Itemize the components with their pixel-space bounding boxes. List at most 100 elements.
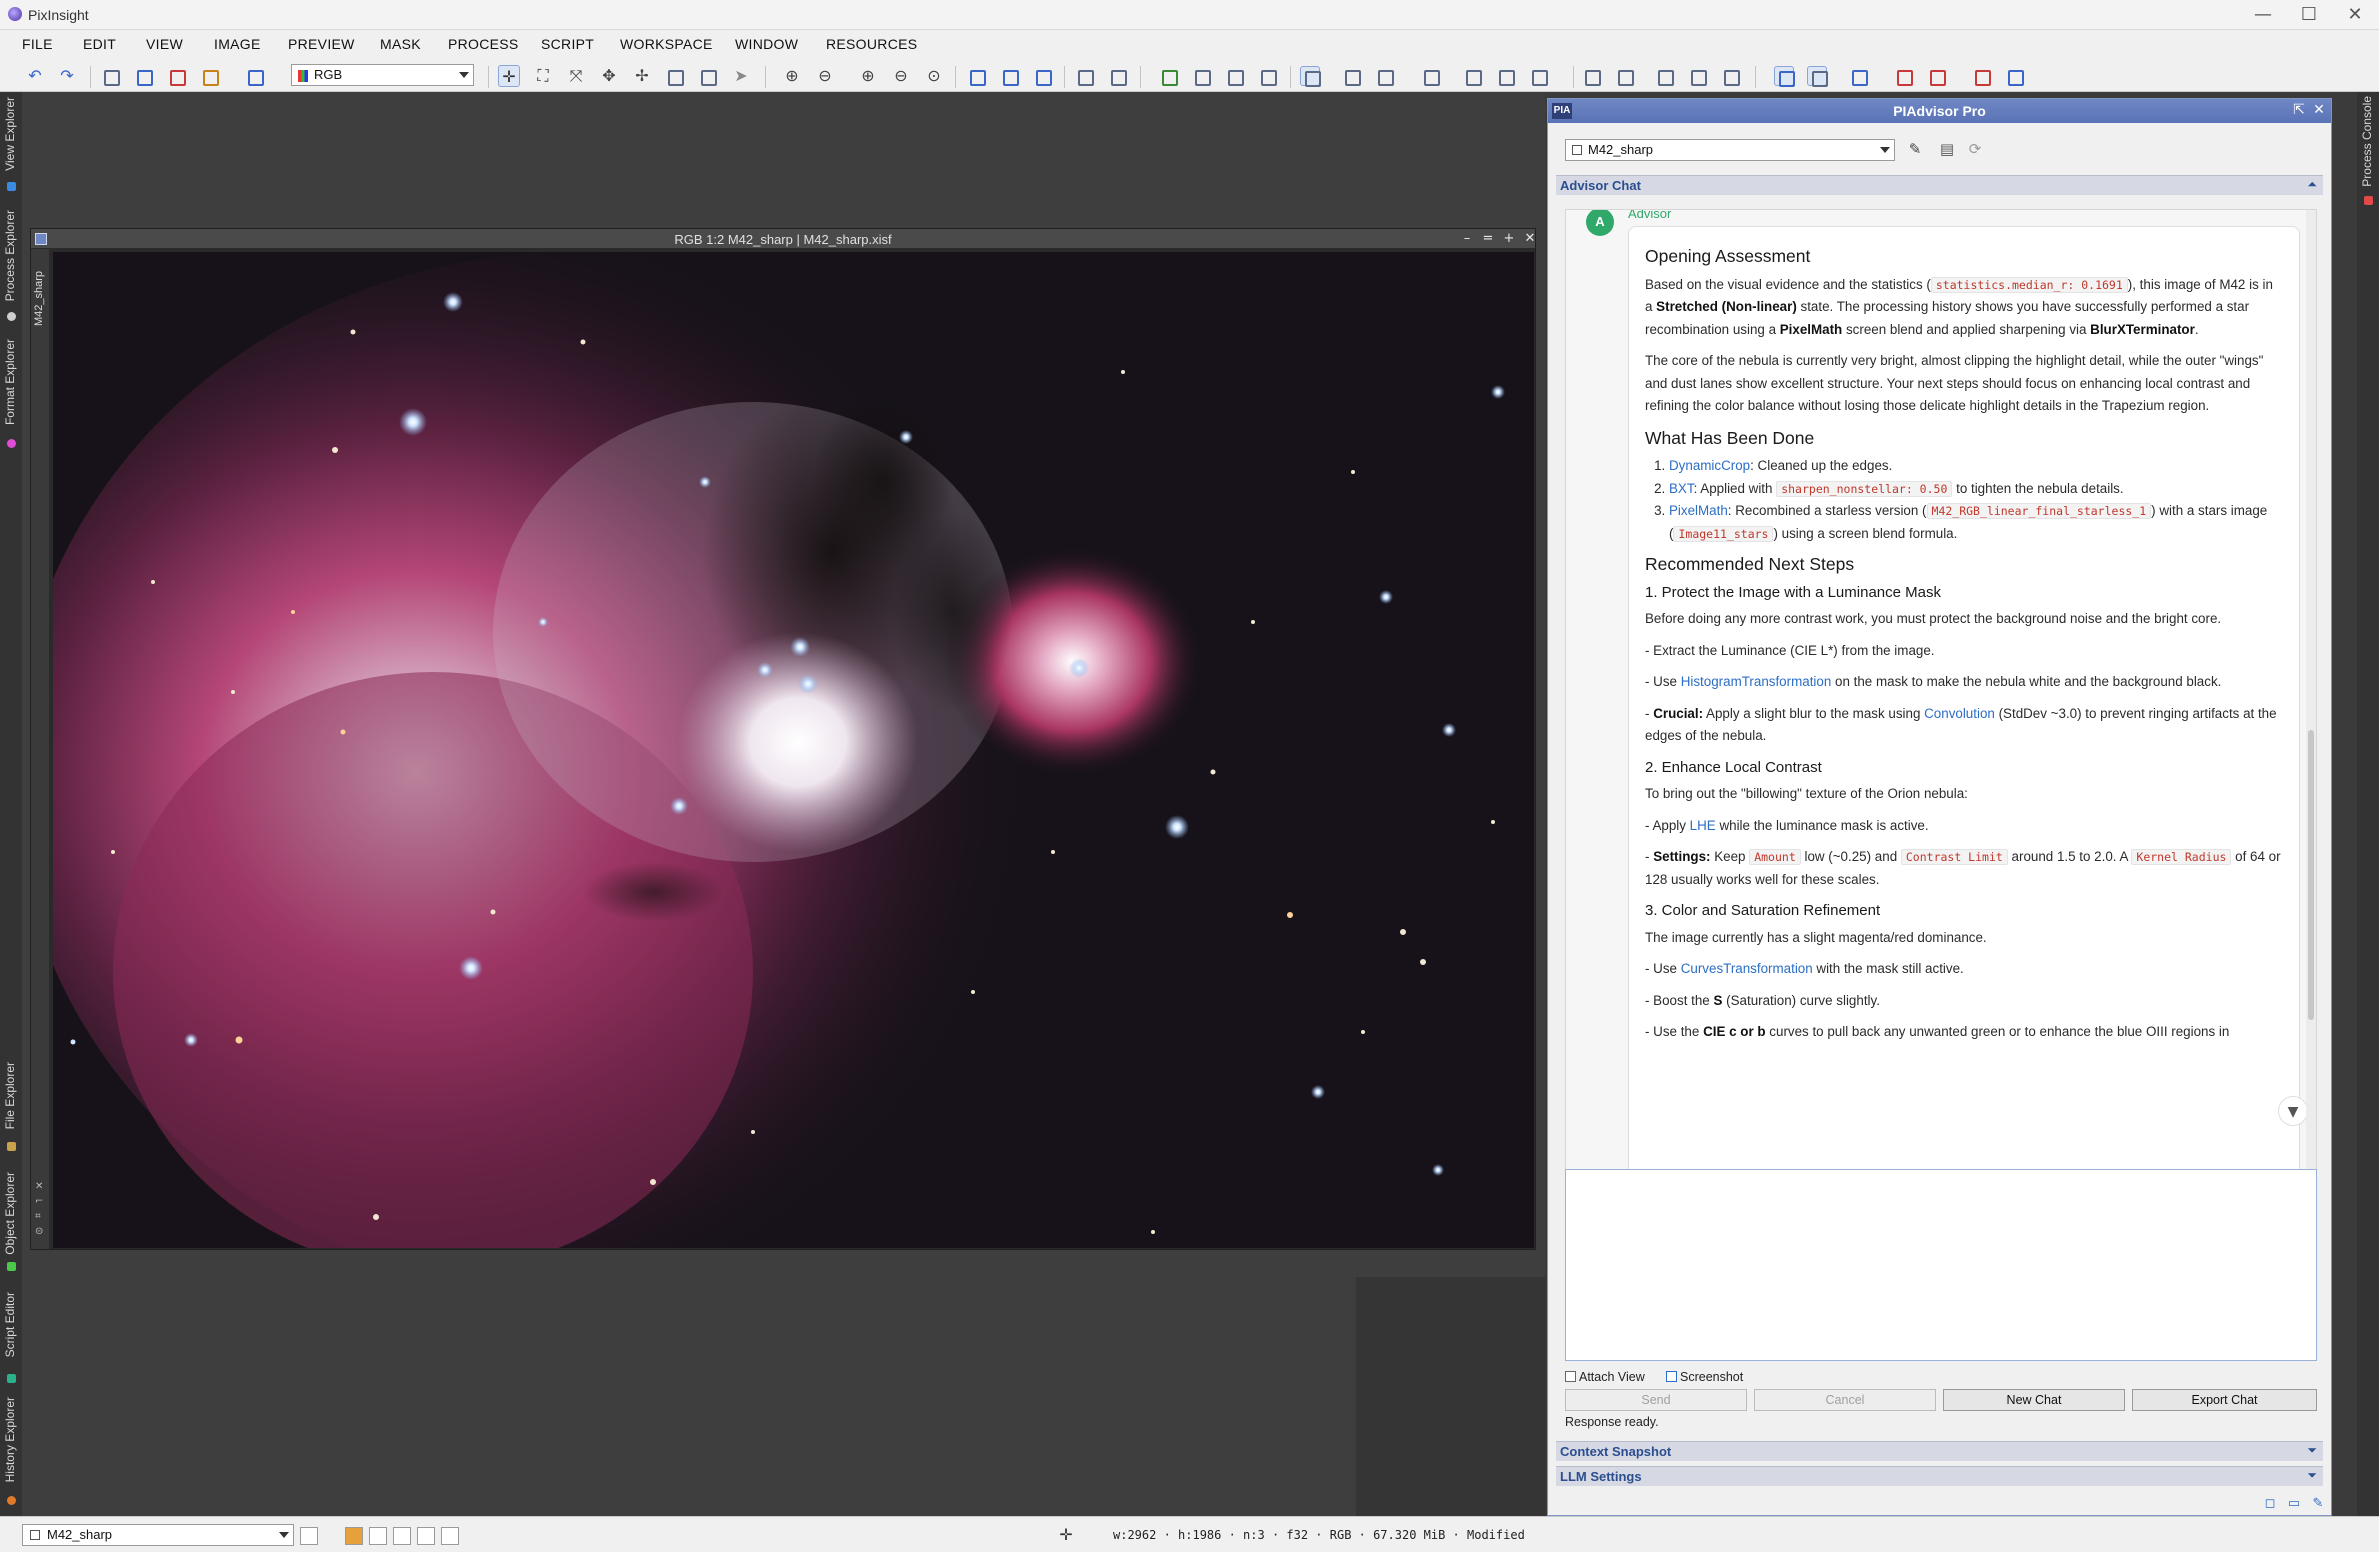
tab-history-explorer[interactable]: History Explorer <box>3 1397 17 1482</box>
channel-b-icon[interactable] <box>417 1527 435 1545</box>
menu-process[interactable]: PROCESS <box>448 36 519 52</box>
stf-clone-icon[interactable] <box>1495 66 1515 86</box>
layout-alt-icon[interactable] <box>1614 66 1634 86</box>
undo-icon[interactable]: ↶ <box>24 65 46 87</box>
channel-icon[interactable] <box>1074 66 1094 86</box>
monitor-alt-icon[interactable] <box>1848 66 1868 86</box>
zoom-1-1-icon[interactable]: ⊕ <box>857 65 879 87</box>
mask-enable-icon[interactable] <box>1191 66 1211 86</box>
panel-float-icon[interactable]: ⇱ <box>2291 102 2307 120</box>
zoom-window-icon[interactable]: ⊙ <box>923 65 945 87</box>
refresh-icon[interactable]: ⟳ <box>1964 138 1986 160</box>
nebula-image[interactable] <box>53 252 1534 1248</box>
edit-preview-icon[interactable] <box>697 66 717 86</box>
image-maximize-icon[interactable]: + <box>1501 231 1517 247</box>
save-file-icon[interactable] <box>166 66 186 86</box>
fit-view-icon[interactable]: ⛶ <box>532 65 554 87</box>
readout-mode-icon[interactable]: ✛ <box>498 65 520 87</box>
mask-show-icon[interactable] <box>1158 66 1178 86</box>
redo-icon[interactable]: ↷ <box>56 65 78 87</box>
section-llm-settings[interactable]: LLM Settings ⏷ <box>1556 1466 2323 1486</box>
chat-scrollbar[interactable] <box>2306 210 2316 1170</box>
screen-settings-icon[interactable] <box>2004 66 2024 86</box>
arrange-icon[interactable] <box>1720 66 1740 86</box>
tab-object-explorer[interactable]: Object Explorer <box>3 1172 17 1255</box>
image-minimize-icon[interactable]: – <box>1459 231 1475 247</box>
cascade-icon[interactable] <box>1687 66 1707 86</box>
move-icon[interactable]: ✢ <box>631 65 653 87</box>
menu-resources[interactable]: RESOURCES <box>826 36 917 52</box>
stf-delete-icon[interactable] <box>1528 66 1548 86</box>
document-icon[interactable]: ▭ <box>2286 1496 2302 1512</box>
image-close-icon[interactable]: ✕ <box>1522 231 1538 247</box>
stf-reset-icon[interactable] <box>1374 66 1394 86</box>
side-tools-icon[interactable]: ✕ ⌐ ⌗ ⊝ <box>35 1179 43 1239</box>
mask-remove-icon[interactable] <box>1257 66 1277 86</box>
tile-icon[interactable] <box>1654 66 1674 86</box>
tab-process-explorer[interactable]: Process Explorer <box>3 210 17 301</box>
link-pixelmath[interactable]: PixelMath <box>1669 503 1728 518</box>
section-context-snapshot[interactable]: Context Snapshot ⏷ <box>1556 1441 2323 1461</box>
open-file-icon[interactable] <box>133 66 153 86</box>
scrollbar-thumb[interactable] <box>2308 730 2314 1020</box>
wrench-icon[interactable]: ✎ <box>2310 1496 2326 1512</box>
link-histogramtransformation[interactable]: HistogramTransformation <box>1681 674 1832 689</box>
pin-icon[interactable]: ✎ <box>1904 138 1926 160</box>
pan-mode-icon[interactable]: ✥ <box>598 65 620 87</box>
cursor-icon[interactable]: ➤ <box>730 65 752 87</box>
layout-icon[interactable] <box>1581 66 1601 86</box>
menu-view[interactable]: VIEW <box>146 36 183 52</box>
menu-preview[interactable]: PREVIEW <box>288 36 355 52</box>
link-convolution[interactable]: Convolution <box>1924 706 1995 721</box>
link-bxt[interactable]: BXT <box>1669 481 1694 496</box>
screen-red-alt-icon[interactable] <box>1926 66 1946 86</box>
section-advisor-chat[interactable]: Advisor Chat ⏶ <box>1556 175 2323 195</box>
tab-view-explorer[interactable]: View Explorer <box>3 97 17 171</box>
screen-capture-icon[interactable] <box>1971 66 1991 86</box>
stf-auto-icon[interactable] <box>1341 66 1361 86</box>
screenshot-checkbox[interactable]: Screenshot <box>1666 1370 1743 1384</box>
attach-view-checkbox[interactable]: Attach View <box>1565 1370 1645 1384</box>
stf-link-icon[interactable] <box>1420 66 1440 86</box>
close-window-button[interactable]: ✕ <box>2332 0 2378 30</box>
stf-24bit-icon[interactable] <box>1462 66 1482 86</box>
channel-swatch-icon[interactable] <box>345 1527 363 1545</box>
monitor-split-icon[interactable] <box>1807 66 1828 87</box>
message-input[interactable] <box>1565 1169 2317 1361</box>
chat-history[interactable]: A Advisor Opening Assessment Based on th… <box>1565 209 2317 1171</box>
process-icon[interactable] <box>244 66 264 86</box>
panel-close-icon[interactable]: ✕ <box>2311 102 2327 120</box>
new-chat-button[interactable]: New Chat <box>1943 1389 2125 1411</box>
channel-r-icon[interactable] <box>369 1527 387 1545</box>
image-window-titlebar[interactable]: RGB 1:2 M42_sharp | M42_sharp.xisf – = +… <box>31 229 1535 249</box>
menu-image[interactable]: IMAGE <box>214 36 261 52</box>
menu-window[interactable]: WINDOW <box>735 36 798 52</box>
export-chat-button[interactable]: Export Chat <box>2132 1389 2317 1411</box>
screen-red-icon[interactable] <box>1893 66 1913 86</box>
menu-script[interactable]: SCRIPT <box>541 36 594 52</box>
new-image-icon[interactable] <box>100 66 120 86</box>
snapshot-icon[interactable]: ▤ <box>1936 138 1958 160</box>
tab-format-explorer[interactable]: Format Explorer <box>3 339 17 425</box>
minimize-button[interactable]: — <box>2240 0 2286 30</box>
tab-file-explorer[interactable]: File Explorer <box>3 1062 17 1129</box>
preview-new-icon[interactable] <box>966 66 986 86</box>
menu-mask[interactable]: MASK <box>380 36 421 52</box>
zoom-reset-icon[interactable]: ⊖ <box>890 65 912 87</box>
scroll-down-icon[interactable]: ▼ <box>2278 1096 2308 1126</box>
menu-workspace[interactable]: WORKSPACE <box>620 36 713 52</box>
menu-edit[interactable]: EDIT <box>83 36 116 52</box>
link-curvestransformation[interactable]: CurvesTransformation <box>1681 961 1813 976</box>
send-button[interactable]: Send <box>1565 1389 1747 1411</box>
view-select-status[interactable]: M42_sharp <box>22 1524 294 1546</box>
preview-select-icon[interactable] <box>999 66 1019 86</box>
channel-l-icon[interactable] <box>441 1527 459 1545</box>
cancel-button[interactable]: Cancel <box>1754 1389 1936 1411</box>
image-window[interactable]: RGB 1:2 M42_sharp | M42_sharp.xisf – = +… <box>30 228 1536 1250</box>
tab-process-console[interactable]: Process Console <box>2360 96 2374 187</box>
new-instance-icon[interactable]: ◻ <box>2262 1496 2278 1512</box>
view-mode-icon[interactable] <box>300 1527 318 1545</box>
channel-alt-icon[interactable] <box>1107 66 1127 86</box>
zoom-out-icon[interactable]: ⊖ <box>814 65 836 87</box>
stf-icon[interactable] <box>1300 66 1321 87</box>
